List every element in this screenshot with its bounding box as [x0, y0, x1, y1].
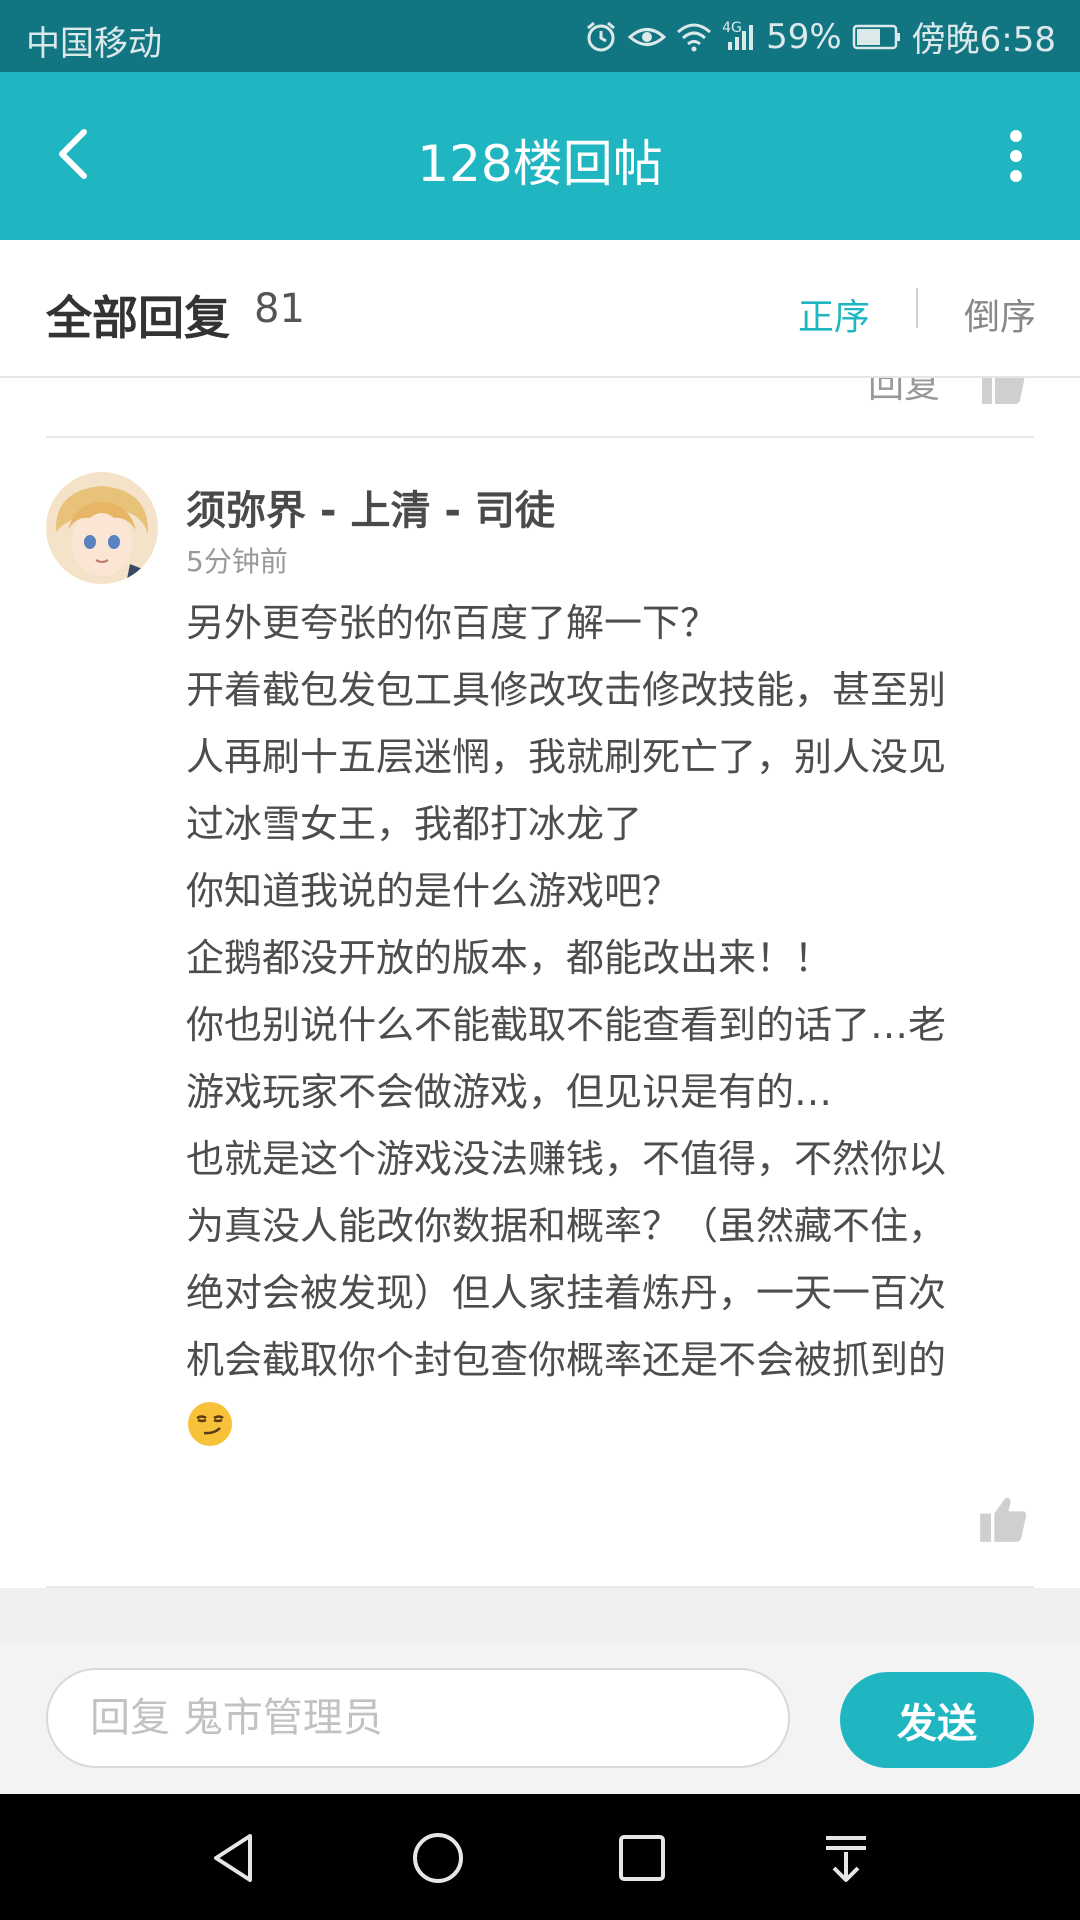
list-bottom-spacer: [0, 1588, 1080, 1644]
status-icons: 4G 59% 傍晚6:58: [584, 12, 1056, 61]
content-line: 你也别说什么不能截取不能查看到的话了…老: [186, 1003, 947, 1047]
page-title: 128楼回帖: [417, 135, 663, 193]
system-nav-bar: [0, 1794, 1080, 1920]
send-button[interactable]: 发送: [840, 1672, 1034, 1768]
content-line: 绝对会被发现）但人家挂着炼丹，一天一百次: [186, 1271, 947, 1315]
home-circle-icon[interactable]: [408, 1828, 468, 1888]
content-line: 另外更夸张的你百度了解一下？: [186, 601, 719, 645]
previous-reply-fragment: 回复: [0, 378, 1080, 438]
pull-down-icon[interactable]: [816, 1828, 876, 1888]
status-bar: 中国移动 4G 59% 傍晚6:58: [0, 0, 1080, 72]
wifi-icon: [676, 22, 712, 52]
eye-comfort-icon: [628, 22, 667, 52]
content-line: 你知道我说的是什么游戏吧？: [186, 869, 681, 913]
clock: 傍晚6:58: [911, 20, 1056, 60]
alarm-icon: [584, 20, 618, 54]
sort-divider: [916, 288, 918, 328]
more-vertical-icon[interactable]: [996, 128, 1036, 184]
content-line: 也就是这个游戏没法赚钱，不值得，不然你以: [186, 1137, 947, 1181]
reply-sort-bar: 全部回复 81 正序 倒序: [0, 240, 1080, 378]
reply-item: 须弥界 - 上清 - 司徒 5分钟前 另外更夸张的你百度了解一下？ 开着截包发包…: [0, 440, 1080, 1588]
reply-composer: 发送: [0, 1644, 1080, 1794]
content-line: 机会截取你个封包查你概率还是不会被抓到的: [186, 1338, 947, 1382]
back-triangle-icon[interactable]: [204, 1828, 264, 1888]
post-time: 5分钟前: [186, 545, 288, 578]
thumbs-up-icon[interactable]: [980, 378, 1026, 406]
reply-button[interactable]: 回复: [868, 378, 940, 408]
content-line: 开着截包发包工具修改攻击修改技能，甚至别: [186, 668, 947, 712]
reply-input[interactable]: [46, 1668, 790, 1768]
content-line: 游戏玩家不会做游戏，但见识是有的…: [186, 1070, 833, 1114]
smirk-emoji-icon: [186, 1400, 234, 1448]
battery-percent: 59%: [766, 16, 842, 57]
sort-descending-button[interactable]: 倒序: [964, 288, 1036, 340]
author-name[interactable]: 须弥界 - 上清 - 司徒: [186, 478, 555, 536]
avatar[interactable]: [46, 472, 158, 584]
content-line: 人再刷十五层迷惘，我就刷死亡了，别人没见: [186, 735, 947, 779]
all-replies-label: 全部回复: [46, 291, 230, 345]
thumbs-up-icon[interactable]: [978, 1494, 1028, 1544]
content-line: 为真没人能改你数据和概率？（虽然藏不住，: [186, 1204, 947, 1248]
network-type-label: 4G: [722, 19, 742, 36]
reply-count: 81: [254, 286, 305, 332]
content-line: 企鹅都没开放的版本，都能改出来！！: [186, 936, 833, 980]
carrier-label: 中国移动: [26, 24, 162, 64]
content-line: 过冰雪女王，我都打冰龙了: [186, 802, 643, 846]
recents-square-icon[interactable]: [612, 1828, 672, 1888]
post-content: 另外更夸张的你百度了解一下？ 开着截包发包工具修改攻击修改技能，甚至别 人再刷十…: [186, 590, 1036, 1394]
divider: [46, 436, 1034, 438]
app-bar: 128楼回帖: [0, 72, 1080, 240]
battery-icon: [852, 23, 902, 51]
signal-icon: 4G: [722, 19, 756, 52]
sort-ascending-button[interactable]: 正序: [798, 288, 870, 340]
